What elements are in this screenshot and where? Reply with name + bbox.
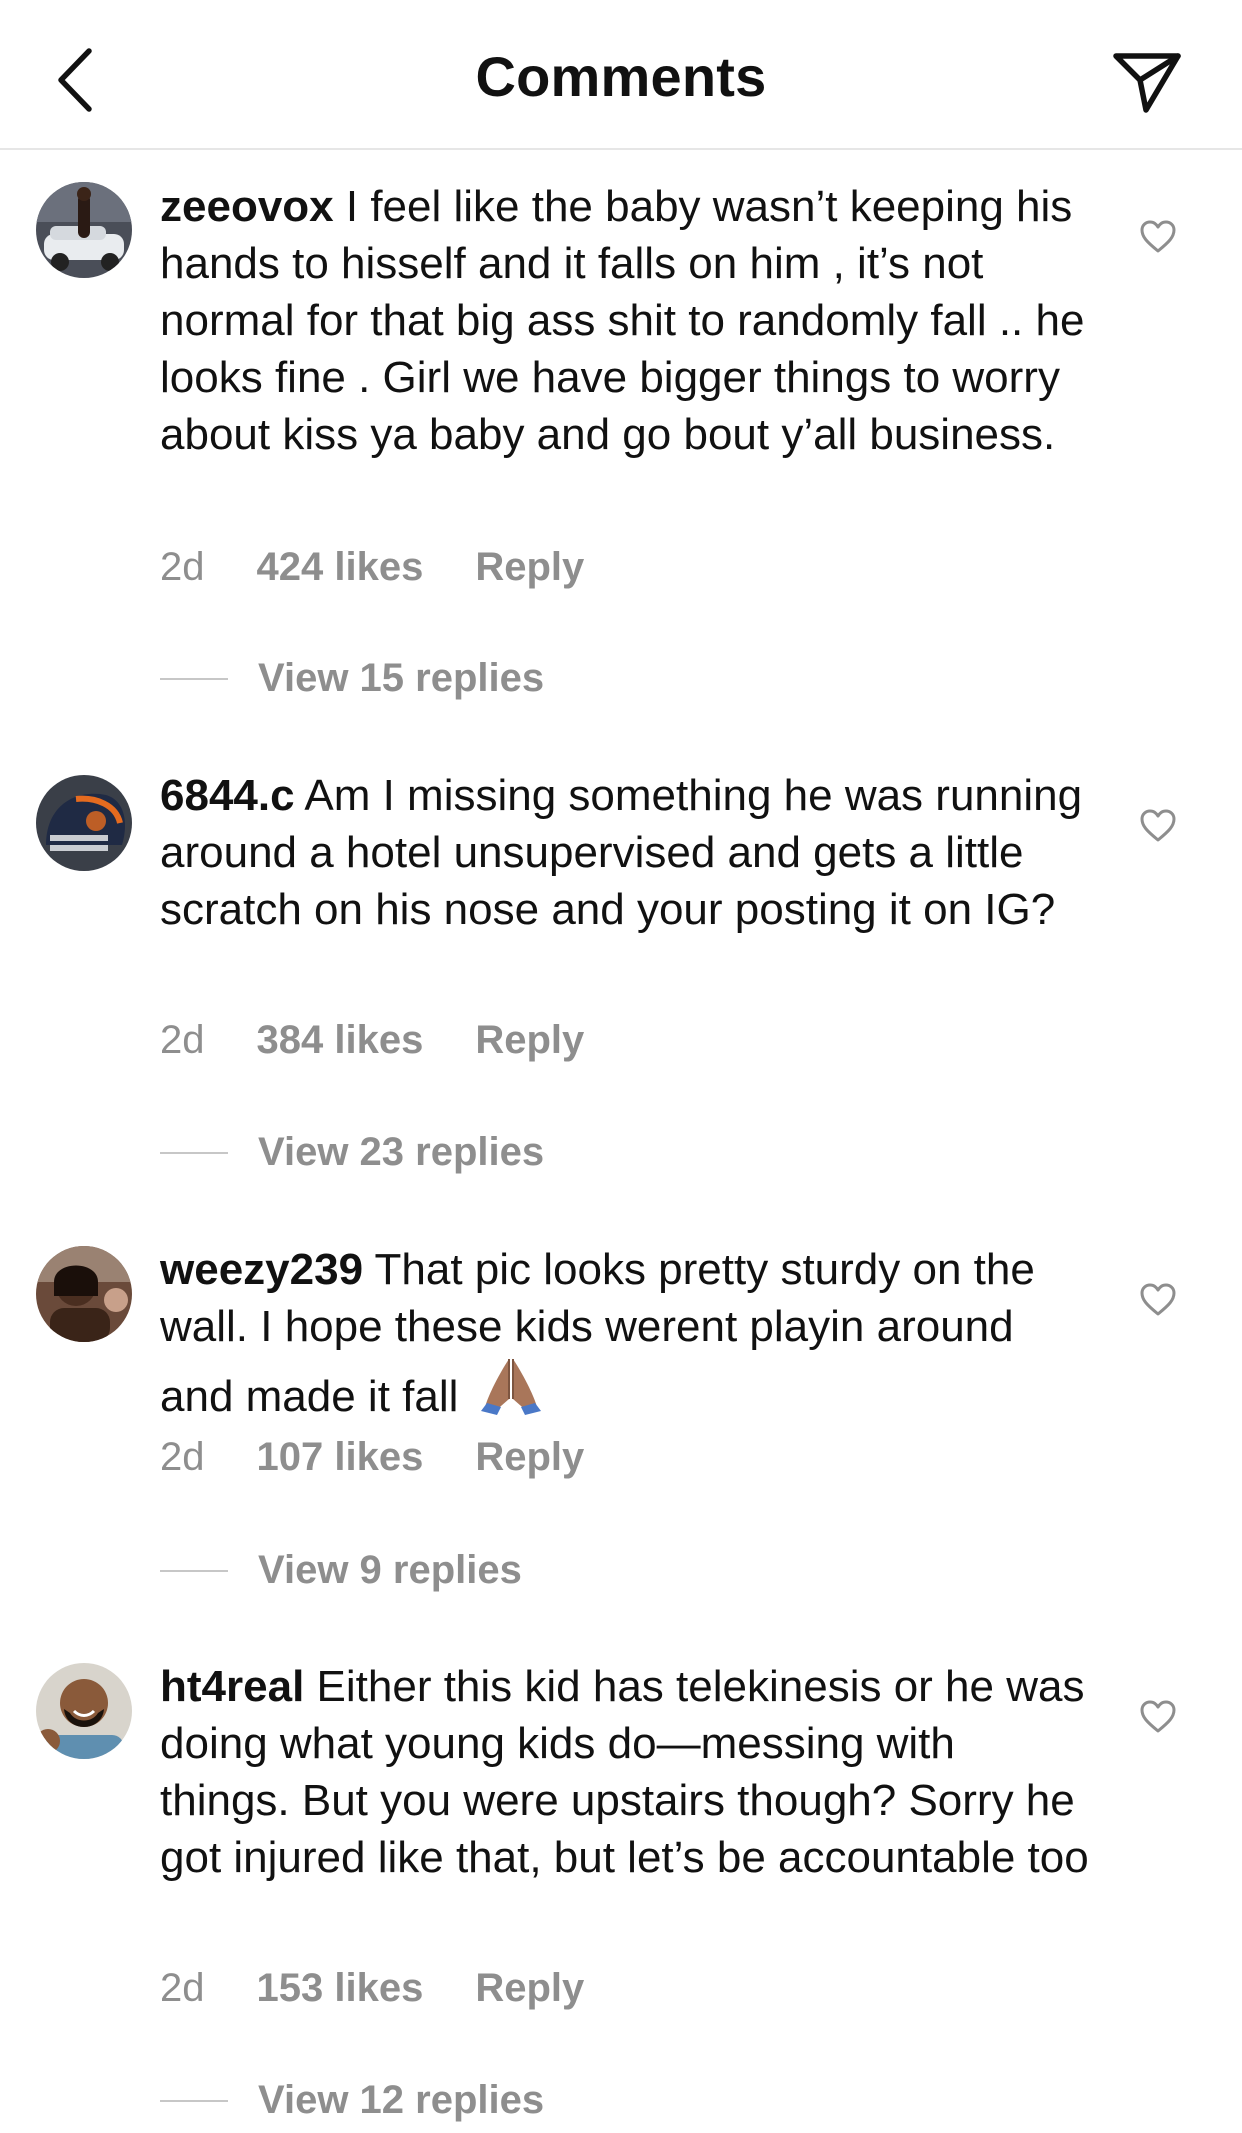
reply-button[interactable]: Reply	[475, 1435, 584, 1480]
reply-button[interactable]: Reply	[475, 1966, 584, 2011]
comment-meta: 2d 384 likes Reply	[160, 1018, 584, 1063]
comment-text: 6844.c Am I missing something he was run…	[160, 767, 1095, 938]
comment-body: Am I missing something he was running ar…	[160, 771, 1083, 934]
page-title: Comments	[475, 45, 767, 108]
view-replies-label: View 12 replies	[258, 2078, 545, 2122]
avatar[interactable]	[36, 182, 132, 278]
comment-text: ht4real Either this kid has telekinesis …	[160, 1658, 1095, 1886]
share-button[interactable]	[1107, 42, 1187, 122]
comment-username[interactable]: weezy239	[160, 1245, 363, 1294]
comment-username[interactable]: 6844.c	[160, 771, 295, 820]
comment-time: 2d	[160, 1018, 205, 1062]
paper-plane-icon	[1113, 53, 1181, 113]
like-button[interactable]	[1135, 803, 1181, 849]
comment-likes[interactable]: 424 likes	[257, 545, 424, 590]
comment-time: 2d	[160, 545, 205, 589]
view-replies-label: View 23 replies	[258, 1130, 545, 1174]
heart-icon	[1140, 809, 1176, 842]
heart-icon	[1140, 220, 1176, 253]
reply-button[interactable]: Reply	[475, 1018, 584, 1063]
header-bar: Comments	[0, 0, 1242, 150]
view-replies-button[interactable]: View 12 replies	[160, 2078, 544, 2123]
view-replies-label: View 9 replies	[258, 1548, 522, 1592]
view-replies-button[interactable]: View 23 replies	[160, 1130, 544, 1175]
view-replies-button[interactable]: View 9 replies	[160, 1548, 522, 1593]
comment-likes[interactable]: 384 likes	[257, 1018, 424, 1063]
like-button[interactable]	[1135, 1277, 1181, 1323]
comment-text: zeeovox I feel like the baby wasn’t keep…	[160, 178, 1095, 463]
comment-text: weezy239 That pic looks pretty sturdy on…	[160, 1241, 1095, 1431]
like-button[interactable]	[1135, 1694, 1181, 1740]
comment-username[interactable]: ht4real	[160, 1662, 304, 1711]
comment-time: 2d	[160, 1435, 205, 1479]
divider-line	[160, 1569, 228, 1572]
comment-meta: 2d 107 likes Reply	[160, 1435, 584, 1480]
avatar[interactable]	[36, 775, 132, 871]
view-replies-button[interactable]: View 15 replies	[160, 656, 544, 701]
comment-likes[interactable]: 153 likes	[257, 1966, 424, 2011]
comment-username[interactable]: zeeovox	[160, 182, 334, 231]
comment-meta: 2d 424 likes Reply	[160, 545, 584, 590]
like-button[interactable]	[1135, 214, 1181, 260]
avatar[interactable]	[36, 1246, 132, 1342]
divider-line	[160, 2099, 228, 2102]
divider-line	[160, 677, 228, 680]
avatar[interactable]	[36, 1663, 132, 1759]
heart-icon	[1140, 1283, 1176, 1316]
comment-likes[interactable]: 107 likes	[257, 1435, 424, 1480]
comment-time: 2d	[160, 1966, 205, 2010]
view-replies-label: View 15 replies	[258, 656, 545, 700]
folded-hands-emoji	[479, 1355, 543, 1431]
reply-button[interactable]: Reply	[475, 545, 584, 590]
heart-icon	[1140, 1700, 1176, 1733]
comment-meta: 2d 153 likes Reply	[160, 1966, 584, 2011]
divider-line	[160, 1151, 228, 1154]
